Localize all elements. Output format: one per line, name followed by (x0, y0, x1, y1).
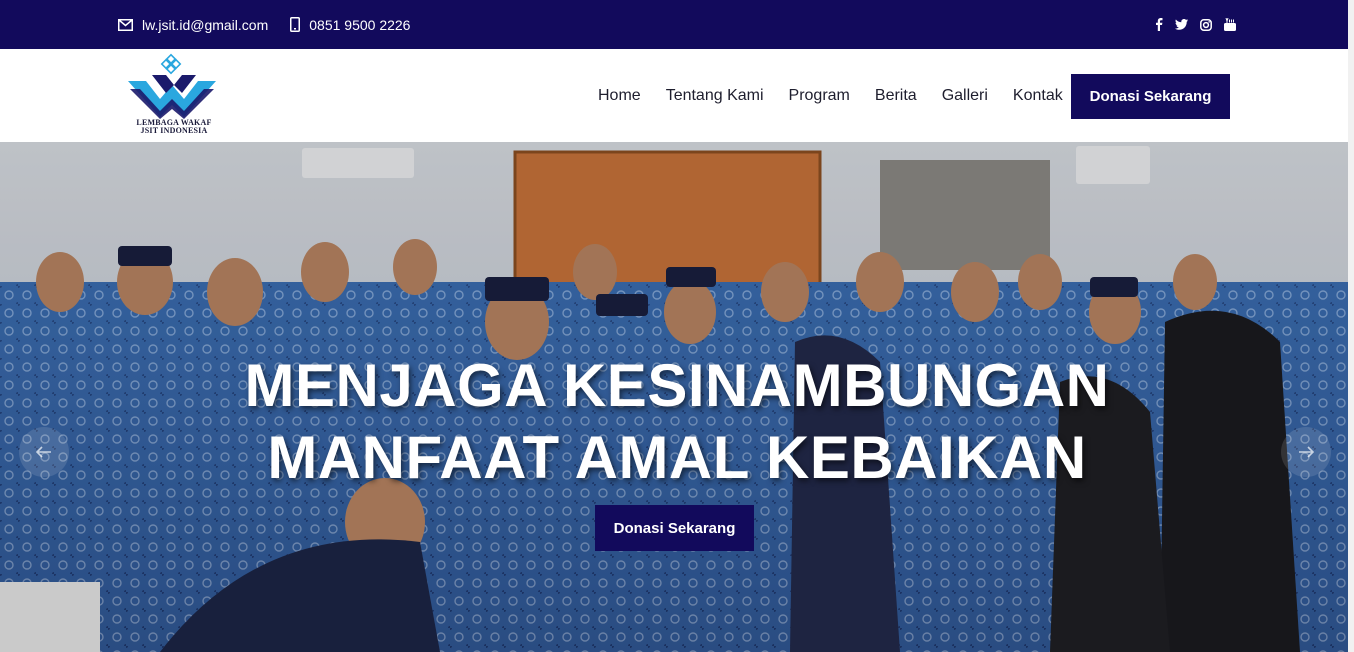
nav-kontak[interactable]: Kontak (1013, 87, 1063, 105)
nav-berita[interactable]: Berita (875, 87, 917, 105)
arrow-right-icon (1299, 446, 1314, 458)
nav-home[interactable]: Home (598, 87, 641, 105)
header-donate-button[interactable]: Donasi Sekarang (1071, 74, 1230, 119)
logo-line-2: JSIT INDONESIA (140, 126, 208, 135)
mobile-phone-icon (290, 17, 301, 32)
instagram-icon[interactable] (1200, 18, 1212, 31)
social-links (1143, 0, 1236, 49)
site-header: LEMBAGA WAKAF JSIT INDONESIA Home Tentan… (0, 49, 1354, 142)
phone-text: 0851 9500 2226 (309, 16, 411, 33)
youtube-icon[interactable] (1224, 18, 1236, 31)
logo[interactable]: LEMBAGA WAKAF JSIT INDONESIA (126, 53, 222, 139)
phone-contact[interactable]: 0851 9500 2226 (290, 17, 410, 33)
slider-next-button[interactable] (1281, 427, 1331, 477)
hero-title: MENJAGA KESINAMBUNGAN MANFAAT AMAL KEBAI… (0, 350, 1354, 494)
email-text: lw.jsit.id@gmail.com (142, 16, 269, 33)
arrow-left-icon (36, 446, 51, 458)
nav-tentang-kami[interactable]: Tentang Kami (666, 87, 764, 105)
page-scrollbar[interactable] (1348, 0, 1354, 652)
email-contact[interactable]: lw.jsit.id@gmail.com (118, 17, 268, 33)
nav-program[interactable]: Program (789, 87, 850, 105)
twitter-icon[interactable] (1175, 19, 1188, 30)
hero-title-line-1: MENJAGA KESINAMBUNGAN (244, 352, 1110, 419)
logo-mark (128, 53, 216, 119)
envelope-icon (118, 18, 133, 31)
hero-slider: MENJAGA KESINAMBUNGAN MANFAAT AMAL KEBAI… (0, 142, 1354, 652)
slider-prev-button[interactable] (19, 427, 69, 477)
main-nav: Home Tentang Kami Program Berita Galleri… (598, 49, 1088, 142)
hero-donate-button[interactable]: Donasi Sekarang (595, 505, 754, 551)
nav-galleri[interactable]: Galleri (942, 87, 988, 105)
top-bar: lw.jsit.id@gmail.com 0851 9500 2226 (0, 0, 1354, 49)
facebook-icon[interactable] (1155, 18, 1163, 31)
hero-title-line-2: MANFAAT AMAL KEBAIKAN (267, 424, 1087, 491)
contact-info: lw.jsit.id@gmail.com 0851 9500 2226 (118, 0, 432, 49)
logo-text: LEMBAGA WAKAF JSIT INDONESIA (126, 119, 222, 135)
